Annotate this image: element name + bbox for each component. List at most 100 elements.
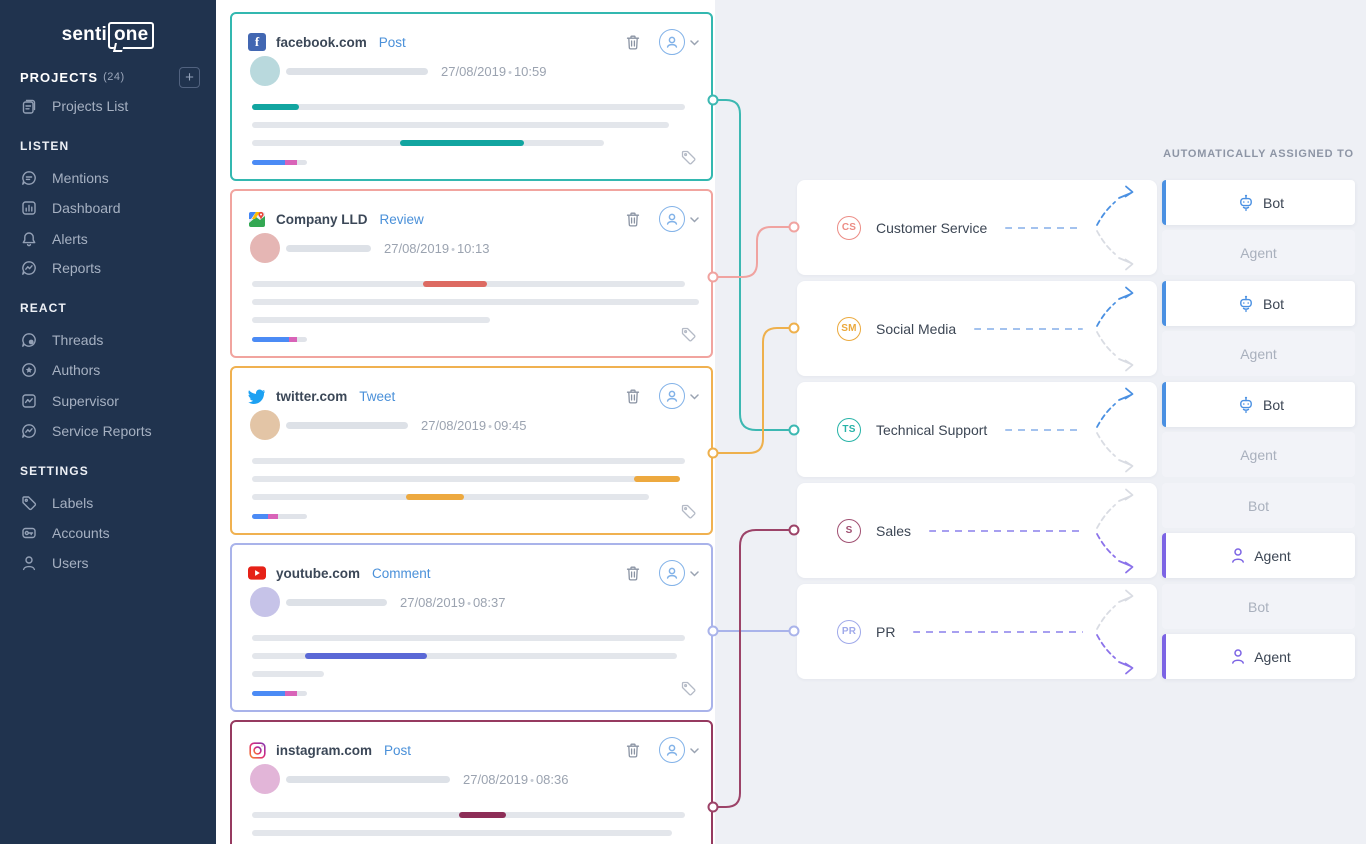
users-icon [20, 554, 38, 572]
assign-user-icon[interactable] [659, 206, 685, 232]
assignment-option-agent[interactable]: Agent [1162, 432, 1355, 477]
option-label: Bot [1263, 296, 1284, 312]
bot-icon [1237, 194, 1255, 212]
sidebar-item-projects-list[interactable]: Projects List [0, 94, 216, 118]
trash-icon[interactable] [625, 211, 641, 228]
sidebar-item-supervisor[interactable]: Supervisor [0, 389, 216, 413]
sidebar-item-authors[interactable]: Authors [0, 358, 216, 382]
threads-icon [20, 331, 38, 349]
sentione-logo: sentione [0, 22, 216, 49]
tag-icon[interactable] [680, 326, 697, 348]
bot-icon [1237, 396, 1255, 414]
text-placeholder [252, 140, 604, 146]
sidebar-item-mentions[interactable]: Mentions [0, 166, 216, 190]
chevron-down-icon[interactable] [690, 210, 699, 228]
add-project-button[interactable]: + [179, 67, 200, 88]
routing-dashed-line [1005, 429, 1083, 431]
sidebar-item-labels[interactable]: Labels [0, 491, 216, 515]
assignment-option-bot[interactable]: Bot [1162, 584, 1355, 629]
logo-text: senti [62, 24, 107, 45]
assignment-option-agent[interactable]: Agent [1162, 230, 1355, 275]
section-settings: SETTINGS [20, 464, 89, 478]
assign-user-icon[interactable] [659, 383, 685, 409]
assign-user-icon[interactable] [659, 560, 685, 586]
author-placeholder [286, 422, 408, 429]
labels-icon [20, 494, 38, 512]
accounts-icon [20, 524, 38, 542]
facebook-icon: f [248, 33, 266, 51]
reports-icon [20, 259, 38, 277]
assignment-option-agent[interactable]: Agent [1162, 331, 1355, 376]
instagram-icon [248, 741, 266, 759]
chevron-down-icon[interactable] [690, 33, 699, 51]
sidebar-item-alerts[interactable]: Alerts [0, 227, 216, 251]
projects-header: PROJECTS (24) + [20, 66, 200, 88]
category-badge: TS [837, 418, 861, 442]
mention-type-link[interactable]: Tweet [359, 389, 395, 404]
assignment-option-agent[interactable]: Agent [1162, 533, 1355, 578]
sidebar-item-label: Labels [52, 495, 93, 511]
trash-icon[interactable] [625, 34, 641, 51]
option-label: Agent [1254, 649, 1291, 665]
sentione-app: sentione PROJECTS (24) + Projects List L… [0, 0, 1366, 844]
chevron-down-icon[interactable] [690, 564, 699, 582]
category-card-pr[interactable]: PR PR [797, 584, 1157, 679]
text-placeholder [252, 653, 677, 659]
category-card-social-media[interactable]: SM Social Media [797, 281, 1157, 376]
text-placeholder [252, 635, 685, 641]
mention-type-link[interactable]: Review [380, 212, 424, 227]
sidebar-item-service-reports[interactable]: Service Reports [0, 419, 216, 443]
sidebar-item-dashboard[interactable]: Dashboard [0, 196, 216, 220]
avatar [250, 410, 280, 440]
trash-icon[interactable] [625, 742, 641, 759]
youtube-icon [248, 564, 266, 582]
assignment-option-agent[interactable]: Agent [1162, 634, 1355, 679]
trash-icon[interactable] [625, 388, 641, 405]
category-badge: SM [837, 317, 861, 341]
assignment-option-bot[interactable]: Bot [1162, 180, 1355, 225]
category-label: PR [876, 624, 895, 640]
assignment-option-bot[interactable]: Bot [1162, 382, 1355, 427]
category-card-technical-support[interactable]: TS Technical Support [797, 382, 1157, 477]
category-card-customer-service[interactable]: CS Customer Service [797, 180, 1157, 275]
chevron-down-icon[interactable] [690, 741, 699, 759]
text-placeholder [252, 494, 649, 500]
mention-type-link[interactable]: Comment [372, 566, 431, 581]
sidebar-item-threads[interactable]: Threads [0, 328, 216, 352]
chevron-down-icon[interactable] [690, 387, 699, 405]
text-placeholder [252, 299, 699, 305]
assign-user-icon[interactable] [659, 737, 685, 763]
tag-icon[interactable] [680, 680, 697, 702]
option-label: Bot [1263, 397, 1284, 413]
agent-icon [1230, 547, 1246, 564]
mentions-icon [20, 169, 38, 187]
category-label: Customer Service [876, 220, 987, 236]
assignment-option-bot[interactable]: Bot [1162, 483, 1355, 528]
category-label: Technical Support [876, 422, 987, 438]
text-placeholder [252, 671, 324, 677]
sidebar-item-accounts[interactable]: Accounts [0, 521, 216, 545]
tag-icon[interactable] [680, 503, 697, 525]
supervisor-icon [20, 392, 38, 410]
option-label: Agent [1240, 346, 1277, 362]
category-card-sales[interactable]: S Sales [797, 483, 1157, 578]
source-name: Company LLD [276, 212, 368, 227]
alerts-icon [20, 230, 38, 248]
bot-icon [1237, 295, 1255, 313]
assignment-option-bot[interactable]: Bot [1162, 281, 1355, 326]
text-placeholder [252, 122, 669, 128]
trash-icon[interactable] [625, 565, 641, 582]
mention-type-link[interactable]: Post [384, 743, 411, 758]
text-placeholder [252, 281, 685, 287]
mention-type-link[interactable]: Post [379, 35, 406, 50]
sidebar-item-users[interactable]: Users [0, 551, 216, 575]
text-placeholder [252, 104, 685, 110]
authors-icon [20, 361, 38, 379]
assigned-to-header: AUTOMATICALLY ASSIGNED TO [1162, 148, 1355, 160]
section-listen: LISTEN [20, 139, 69, 153]
sidebar-item-reports[interactable]: Reports [0, 256, 216, 280]
assign-user-icon[interactable] [659, 29, 685, 55]
tag-icon[interactable] [680, 149, 697, 171]
mention-card-youtube: youtube.com Comment 27/08/2019•08:37 [230, 543, 713, 712]
avatar [250, 56, 280, 86]
